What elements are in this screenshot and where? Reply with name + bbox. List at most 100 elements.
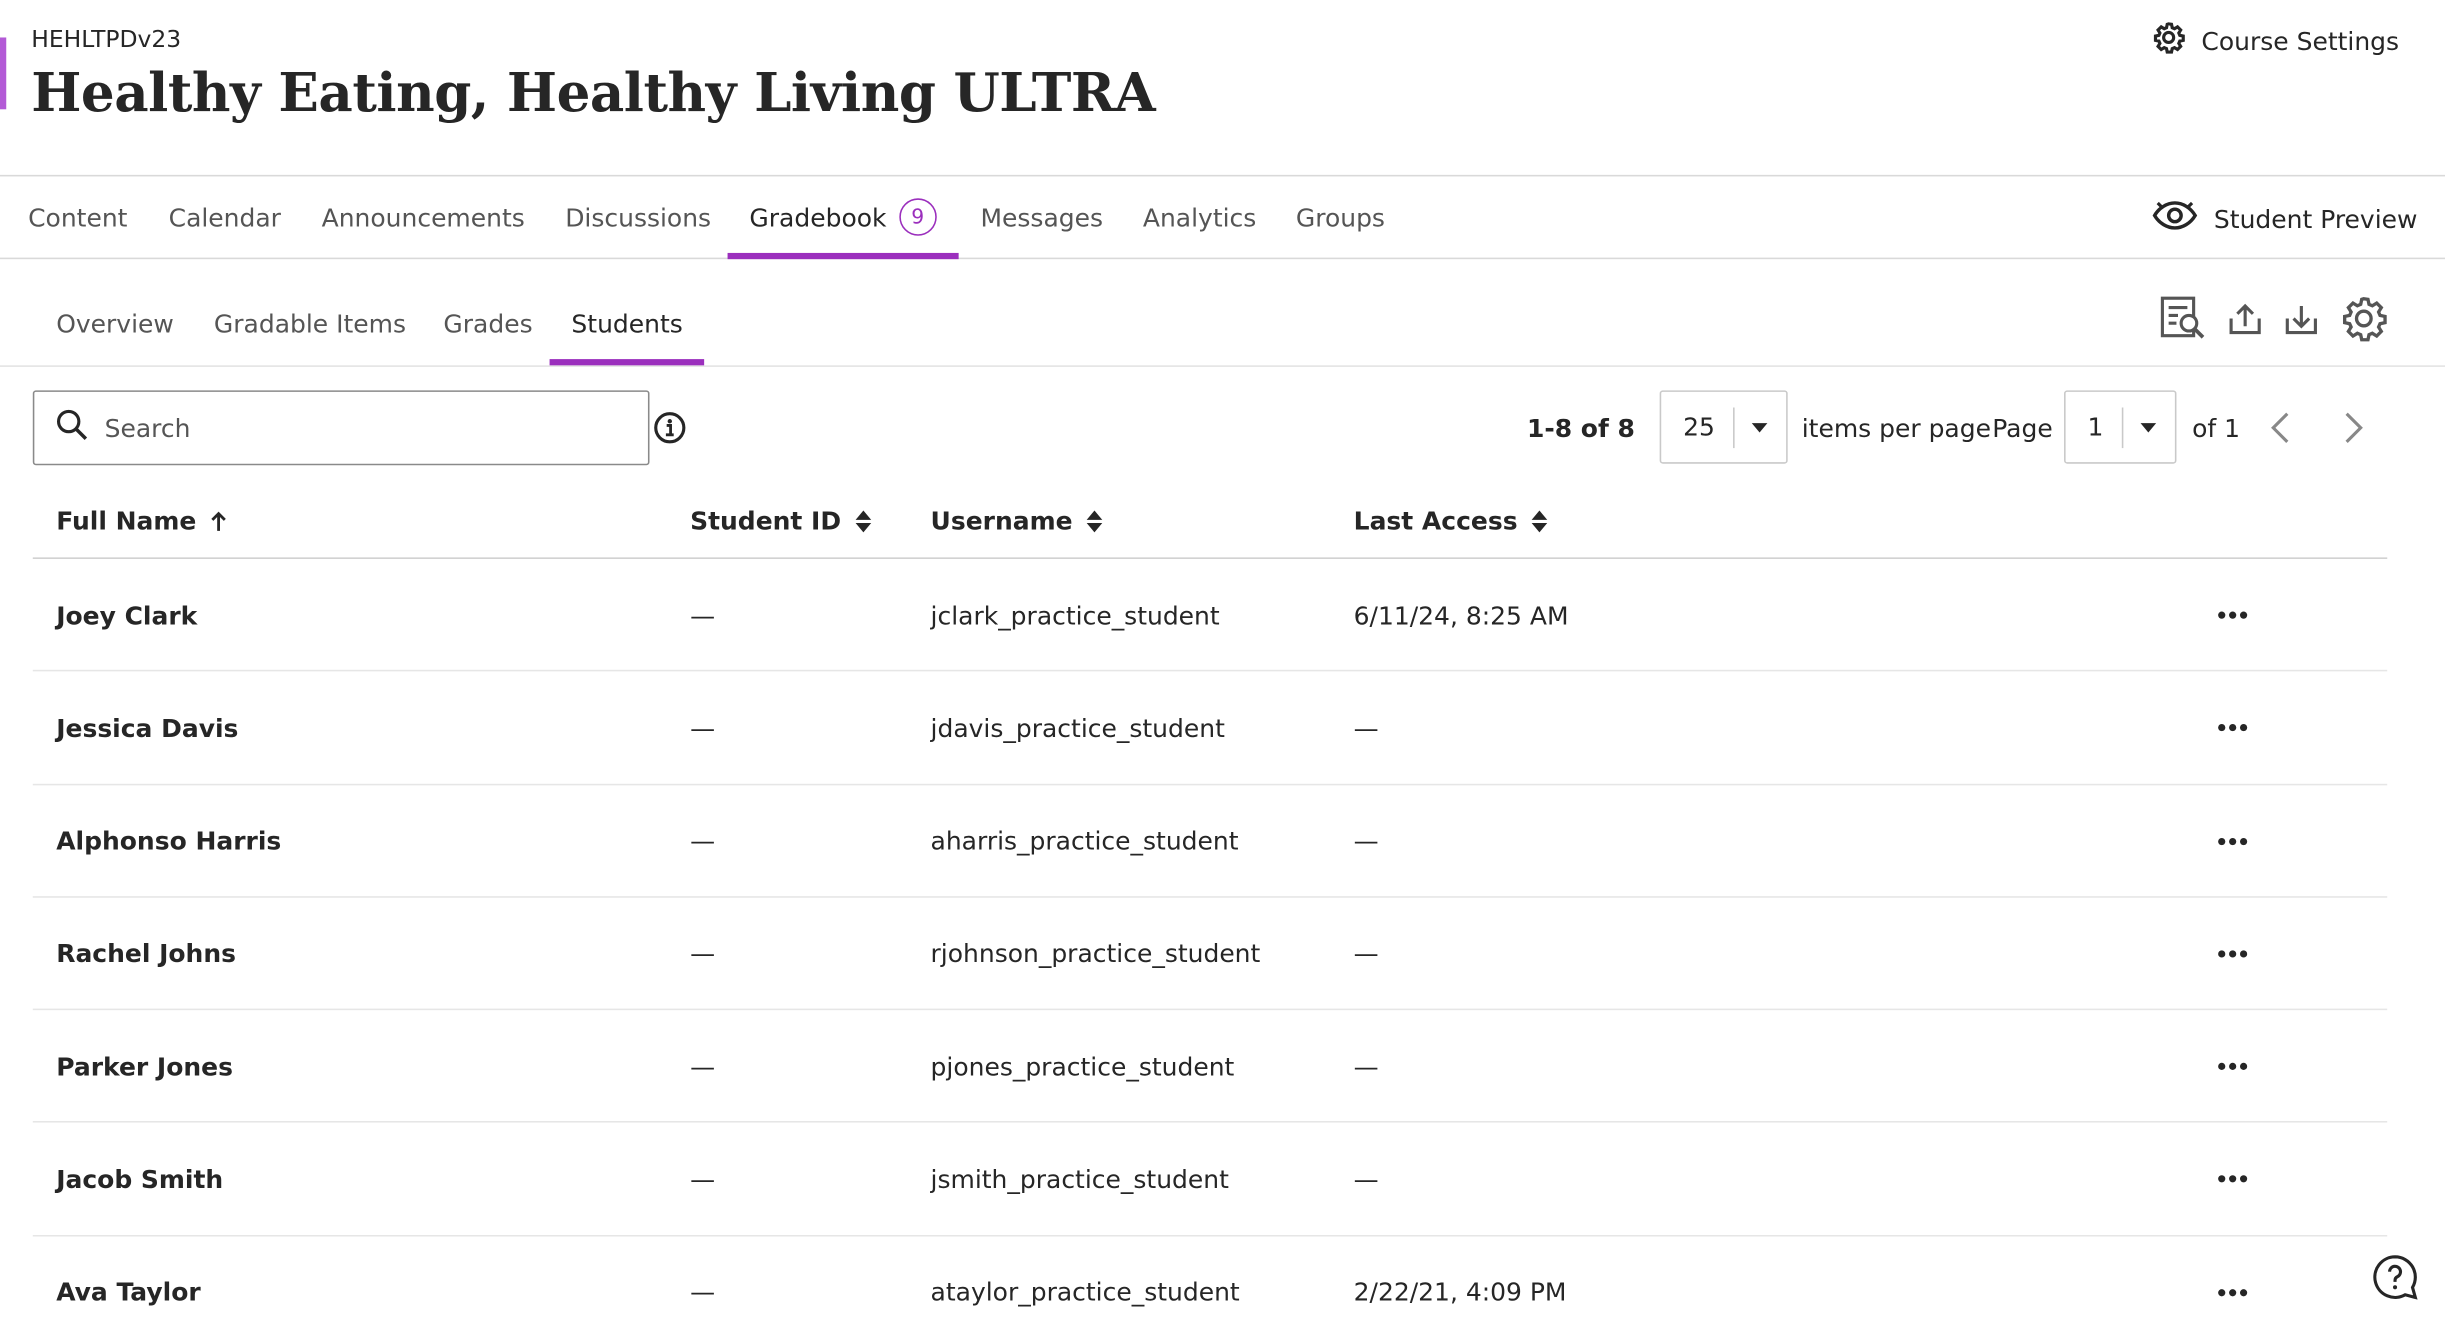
course-settings-label: Course Settings (2201, 25, 2400, 56)
username: ataylor_practice_student (930, 1277, 1240, 1308)
last-access: — (1353, 1051, 1379, 1082)
column-header-full-name[interactable]: Full Name (56, 506, 227, 536)
sort-icon (1086, 509, 1103, 532)
more-options-icon[interactable] (2209, 712, 2256, 743)
student-id: — (690, 1164, 716, 1195)
student-id: — (690, 938, 716, 969)
more-options-icon[interactable] (2209, 1164, 2256, 1195)
tab-messages[interactable]: Messages (959, 176, 1125, 257)
settings-gear-icon[interactable] (2339, 294, 2389, 344)
student-name[interactable]: Jacob Smith (56, 1123, 223, 1235)
result-count: 1-8 of 8 (1527, 390, 1635, 465)
column-label: Full Name (56, 505, 197, 536)
last-access: — (1353, 938, 1379, 969)
last-access: — (1353, 1164, 1379, 1195)
search-field[interactable] (32, 390, 650, 466)
table-row: Rachel Johns — rjohnson_practice_student… (32, 898, 2388, 1011)
table-row: Joey Clark — jclark_practice_student 6/1… (32, 559, 2388, 672)
tab-label: Groups (1295, 202, 1385, 232)
last-access: 6/11/24, 8:25 AM (1353, 600, 1569, 630)
tab-label: Calendar (168, 202, 281, 232)
student-name[interactable]: Joey Clark (56, 559, 197, 671)
table-row: Ava Taylor — ataylor_practice_student 2/… (33, 1236, 2387, 1336)
more-options-icon[interactable] (2209, 1051, 2256, 1082)
tab-gradebook[interactable]: Gradebook 9 (727, 176, 959, 260)
tab-label: Students (571, 308, 683, 339)
tab-label: Discussions (565, 202, 712, 232)
items-per-page-value: 25 (1683, 412, 1715, 442)
column-header-student-id[interactable]: Student ID (690, 506, 872, 536)
username: aharris_practice_student (930, 826, 1239, 856)
students-table: Full Name Student ID Username Last Acces… (32, 490, 2388, 1336)
tab-content[interactable]: Content (6, 176, 149, 257)
page-text: Page (1992, 390, 2052, 465)
student-name[interactable]: Parker Jones (56, 1010, 233, 1122)
student-name[interactable]: Jessica Davis (56, 672, 238, 784)
caret-down-icon (2123, 421, 2175, 433)
course-settings-button[interactable]: Course Settings (2151, 20, 2399, 61)
page-label: Page (1992, 412, 2053, 443)
username: pjones_practice_student (930, 1051, 1235, 1082)
column-header-last-access[interactable]: Last Access (1354, 506, 1549, 536)
gradebook-page: HEHLTPDv23 Healthy Eating, Healthy Livin… (0, 0, 2445, 1336)
download-icon[interactable] (2279, 294, 2323, 344)
course-accent-bar (0, 37, 7, 110)
last-access: 2/22/21, 4:09 PM (1353, 1277, 1567, 1308)
tab-groups[interactable]: Groups (1274, 176, 1407, 257)
more-options-icon[interactable] (2209, 825, 2256, 856)
column-label: Last Access (1353, 505, 1518, 536)
tab-gradable-items[interactable]: Gradable Items (192, 281, 428, 365)
tab-label: Grades (443, 308, 533, 339)
search-icon (55, 407, 89, 448)
tab-label: Content (28, 202, 128, 232)
search-report-icon[interactable] (2158, 294, 2208, 344)
more-options-icon[interactable] (2209, 938, 2256, 969)
tab-analytics[interactable]: Analytics (1121, 176, 1278, 257)
more-options-icon[interactable] (2209, 600, 2256, 631)
tab-label: Analytics (1142, 202, 1257, 232)
items-per-page-text: items per page (1802, 390, 1991, 465)
next-page-icon[interactable] (2333, 409, 2370, 446)
upload-icon[interactable] (2223, 294, 2267, 344)
last-access: — (1353, 826, 1379, 856)
student-preview-button[interactable]: Student Preview (2151, 195, 2417, 242)
items-per-page-label: items per page (1801, 412, 1991, 443)
tab-discussions[interactable]: Discussions (543, 176, 733, 257)
items-per-page-select[interactable]: 25 (1659, 390, 1788, 464)
tab-calendar[interactable]: Calendar (147, 176, 303, 257)
tab-students[interactable]: Students (549, 281, 706, 366)
student-id: — (690, 1277, 716, 1308)
previous-page-icon[interactable] (2264, 409, 2301, 446)
course-code: HEHLTPDv23 (31, 24, 182, 54)
student-id: — (690, 826, 716, 856)
page-total-label: of 1 (2192, 412, 2240, 443)
help-question-icon[interactable] (2370, 1252, 2420, 1302)
sort-icon (1531, 509, 1548, 532)
student-id: — (690, 713, 716, 743)
username: jclark_practice_student (930, 600, 1220, 630)
gradebook-sub-nav: Overview Gradable Items Grades Students (0, 281, 2445, 367)
tab-grades[interactable]: Grades (422, 281, 555, 365)
course-nav: Content Calendar Announcements Discussio… (0, 174, 2445, 260)
student-name[interactable]: Ava Taylor (56, 1236, 201, 1336)
page-value: 1 (2087, 412, 2104, 442)
info-icon[interactable] (653, 411, 687, 445)
page-total: of 1 (2192, 390, 2240, 465)
student-id: — (690, 600, 716, 630)
tab-overview[interactable]: Overview (34, 281, 195, 365)
student-name[interactable]: Rachel Johns (56, 898, 236, 1010)
tab-label: Gradebook (749, 202, 887, 232)
tab-announcements[interactable]: Announcements (300, 176, 547, 257)
page-select[interactable]: 1 (2064, 390, 2177, 464)
tab-label: Overview (56, 308, 174, 339)
column-header-username[interactable]: Username (931, 506, 1104, 536)
tab-label: Messages (980, 202, 1104, 232)
student-preview-label: Student Preview (2213, 203, 2418, 234)
student-name[interactable]: Alphonso Harris (56, 785, 281, 897)
result-count-label: 1-8 of 8 (1526, 412, 1635, 443)
eye-preview-icon (2151, 195, 2198, 242)
search-input[interactable] (104, 412, 605, 443)
caret-down-icon (1734, 421, 1786, 433)
more-options-icon[interactable] (2209, 1277, 2256, 1308)
gradebook-count-badge: 9 (898, 198, 937, 236)
